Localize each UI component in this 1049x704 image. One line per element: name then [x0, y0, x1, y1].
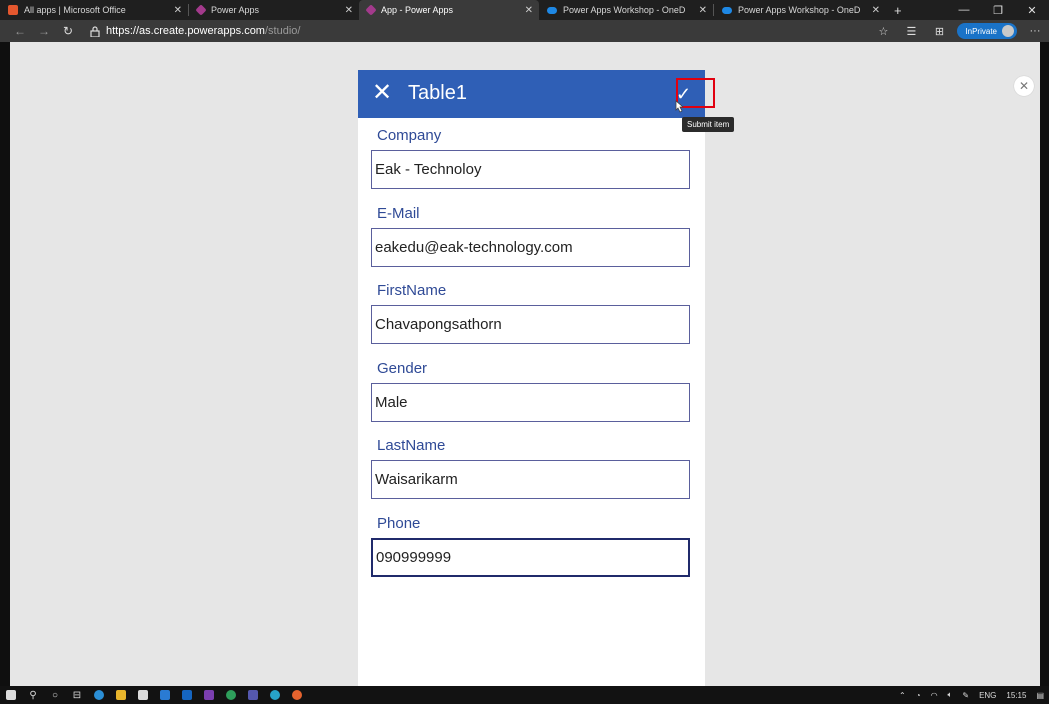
phone-label: Phone — [377, 515, 421, 532]
url-host: https://as.create.powerapps.com — [106, 25, 265, 37]
file-explorer-icon[interactable] — [110, 686, 132, 704]
close-tab-icon[interactable]: ✕ — [693, 5, 707, 16]
address-bar: ← → ↻ https://as.create.powerapps.com/st… — [0, 20, 1049, 42]
task-view-icon[interactable]: ⊟ — [66, 686, 88, 704]
url-path: /studio/ — [264, 25, 301, 37]
back-icon[interactable]: ← — [8, 24, 32, 38]
inprivate-badge[interactable]: InPrivate — [957, 23, 1017, 39]
tab-app-power-apps[interactable]: App - Power Apps ✕ — [359, 0, 539, 20]
close-form-icon[interactable]: ✕ — [372, 80, 392, 106]
tab-label: Power Apps Workshop - OneD — [563, 5, 686, 15]
volume-icon[interactable]: 🔈︎ — [943, 690, 958, 700]
app-header: ✕ Table1 ✓ — [358, 70, 705, 118]
favorites-list-icon[interactable]: ☰ — [897, 25, 925, 38]
close-tab-icon[interactable]: ✕ — [519, 5, 533, 16]
onedrive-icon — [547, 6, 557, 14]
tab-office[interactable]: All apps | Microsoft Office ✕ — [0, 0, 188, 20]
maximize-icon[interactable]: ❐ — [981, 4, 1015, 17]
gender-field[interactable]: Male — [371, 383, 690, 422]
windows-start-icon[interactable] — [0, 686, 22, 704]
email-field[interactable]: eakedu@eak-technology.com — [371, 228, 690, 267]
new-tab-button[interactable]: + — [886, 0, 910, 20]
lock-icon — [90, 25, 100, 37]
tab-label: Power Apps — [211, 5, 260, 15]
avatar — [1002, 25, 1014, 37]
company-label: Company — [377, 127, 442, 144]
windows-taskbar: ⚲ ○ ⊟ ⌃ ◔ ◠ 🔈︎ ✎ ENG 15:15 ▤ — [0, 686, 1049, 704]
reload-icon[interactable]: ↻ — [56, 24, 80, 38]
firstname-field[interactable]: Chavapongsathorn — [371, 305, 690, 344]
store-icon[interactable] — [132, 686, 154, 704]
app-orange-icon[interactable] — [286, 686, 308, 704]
network-icon[interactable]: ◔ — [911, 691, 926, 700]
wifi-icon[interactable]: ◠ — [926, 691, 943, 700]
close-tab-icon[interactable]: ✕ — [866, 5, 880, 16]
close-preview-icon[interactable]: ✕ — [1014, 76, 1034, 96]
close-tab-icon[interactable]: ✕ — [168, 5, 182, 16]
onedrive-icon — [722, 6, 732, 14]
submit-tooltip: Submit item — [682, 117, 735, 132]
browser-toolbar: ☆ ☰ ⊞ InPrivate ··· — [869, 20, 1049, 42]
tab-label: App - Power Apps — [381, 5, 454, 15]
notifications-icon[interactable]: ▤ — [1031, 691, 1049, 700]
window-controls: — ❐ ✕ — [947, 0, 1049, 20]
favorite-star-icon[interactable]: ☆ — [869, 25, 897, 38]
phone-field[interactable]: 090999999 — [371, 538, 690, 577]
company-field[interactable]: Eak - Technoloy — [371, 150, 690, 189]
tab-label: All apps | Microsoft Office — [24, 5, 126, 15]
mail-icon[interactable] — [154, 686, 176, 704]
language-indicator[interactable]: ENG — [974, 691, 1001, 700]
clock[interactable]: 15:15 — [1001, 691, 1031, 700]
form-title: Table1 — [408, 82, 467, 104]
system-tray: ⌃ ◔ ◠ 🔈︎ ✎ ENG 15:15 ▤ — [894, 686, 1049, 704]
app-green-icon[interactable] — [220, 686, 242, 704]
minimize-icon[interactable]: — — [947, 4, 981, 16]
collections-icon[interactable]: ⊞ — [925, 25, 953, 38]
mouse-cursor-icon — [675, 100, 685, 113]
inprivate-label: InPrivate — [965, 26, 997, 36]
onenote-icon[interactable] — [198, 686, 220, 704]
url-field[interactable]: https://as.create.powerapps.com/studio/ — [90, 25, 300, 37]
tab-onedrive-2[interactable]: Power Apps Workshop - OneD ✕ — [714, 0, 886, 20]
edge-beta-icon[interactable] — [264, 686, 286, 704]
cortana-icon[interactable]: ○ — [44, 686, 66, 704]
tab-onedrive-1[interactable]: Power Apps Workshop - OneD ✕ — [539, 0, 713, 20]
tray-overflow-icon[interactable]: ⌃ — [894, 691, 911, 700]
close-tab-icon[interactable]: ✕ — [339, 5, 353, 16]
powerapps-icon — [365, 4, 377, 16]
pen-icon[interactable]: ✎ — [957, 691, 974, 700]
close-window-icon[interactable]: ✕ — [1015, 4, 1049, 17]
browser-tab-bar: All apps | Microsoft Office ✕ Power Apps… — [0, 0, 1049, 20]
lastname-field[interactable]: Waisarikarm — [371, 460, 690, 499]
firstname-label: FirstName — [377, 282, 447, 299]
forward-icon[interactable]: → — [32, 24, 56, 38]
teams-icon[interactable] — [242, 686, 264, 704]
edge-icon[interactable] — [88, 686, 110, 704]
email-label: E-Mail — [377, 205, 420, 222]
more-options-icon[interactable]: ··· — [1021, 25, 1049, 37]
tab-label: Power Apps Workshop - OneD — [738, 5, 861, 15]
office-icon — [8, 5, 18, 15]
tab-power-apps[interactable]: Power Apps ✕ — [189, 0, 359, 20]
outlook-icon[interactable] — [176, 686, 198, 704]
lastname-label: LastName — [377, 437, 446, 454]
gender-label: Gender — [377, 360, 428, 377]
search-icon[interactable]: ⚲ — [22, 686, 44, 704]
powerapps-icon — [195, 4, 207, 16]
